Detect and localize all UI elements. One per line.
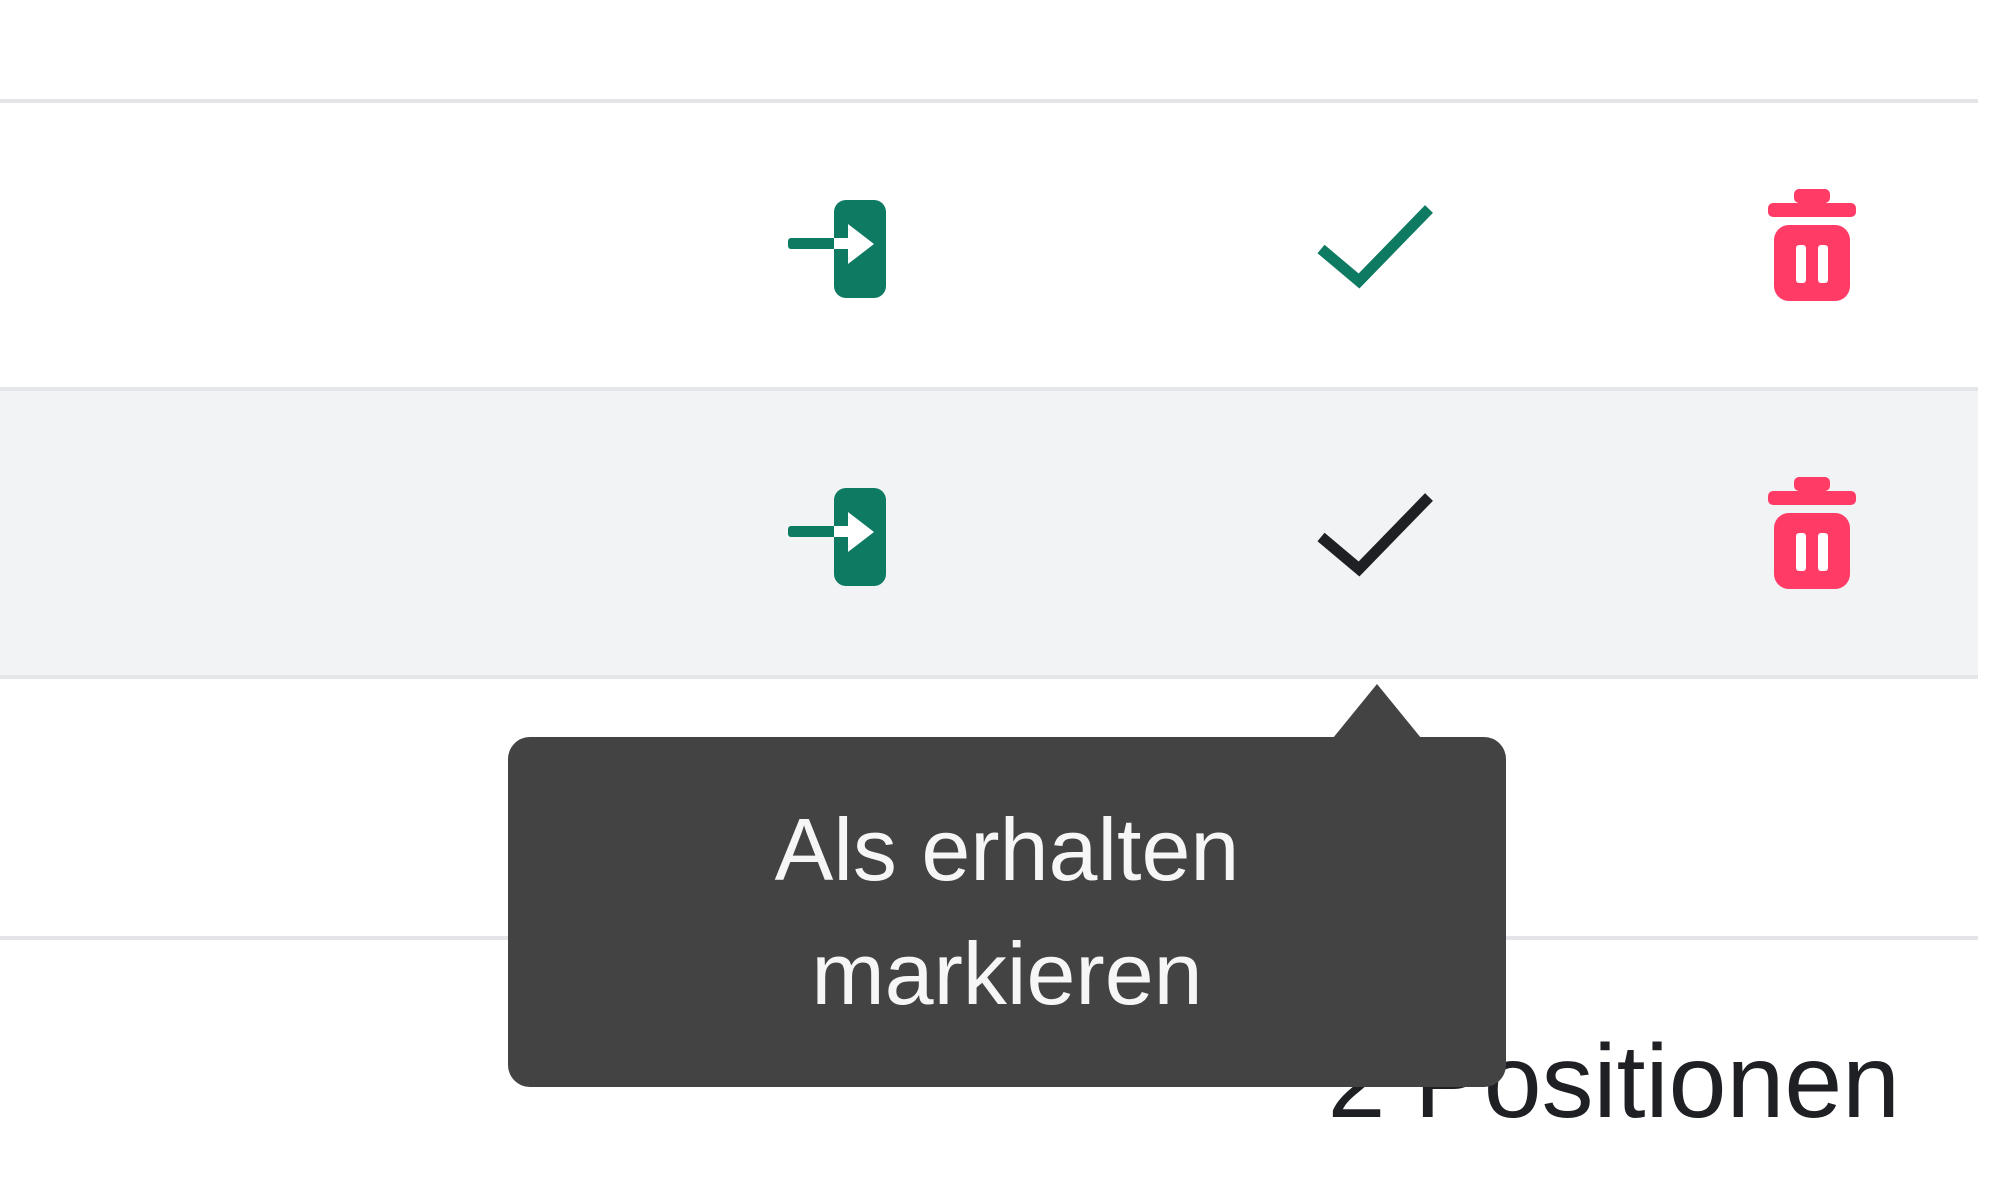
trash-icon[interactable] bbox=[1742, 464, 1882, 604]
checkmark-icon[interactable] bbox=[1305, 464, 1445, 604]
checkmark-icon[interactable] bbox=[1305, 176, 1445, 316]
tooltip: Als erhalten markieren bbox=[508, 737, 1506, 1087]
table-row bbox=[0, 391, 1978, 677]
enter-door-icon[interactable] bbox=[772, 176, 912, 316]
trash-icon[interactable] bbox=[1742, 176, 1882, 316]
enter-door-icon[interactable] bbox=[772, 464, 912, 604]
table-row bbox=[0, 103, 1978, 389]
table-divider bbox=[0, 675, 1978, 679]
tooltip-arrow bbox=[1333, 684, 1421, 738]
page: 2 Positionen Als erhalten markieren bbox=[0, 0, 2000, 1195]
tooltip-text: Als erhalten markieren bbox=[774, 800, 1240, 1023]
